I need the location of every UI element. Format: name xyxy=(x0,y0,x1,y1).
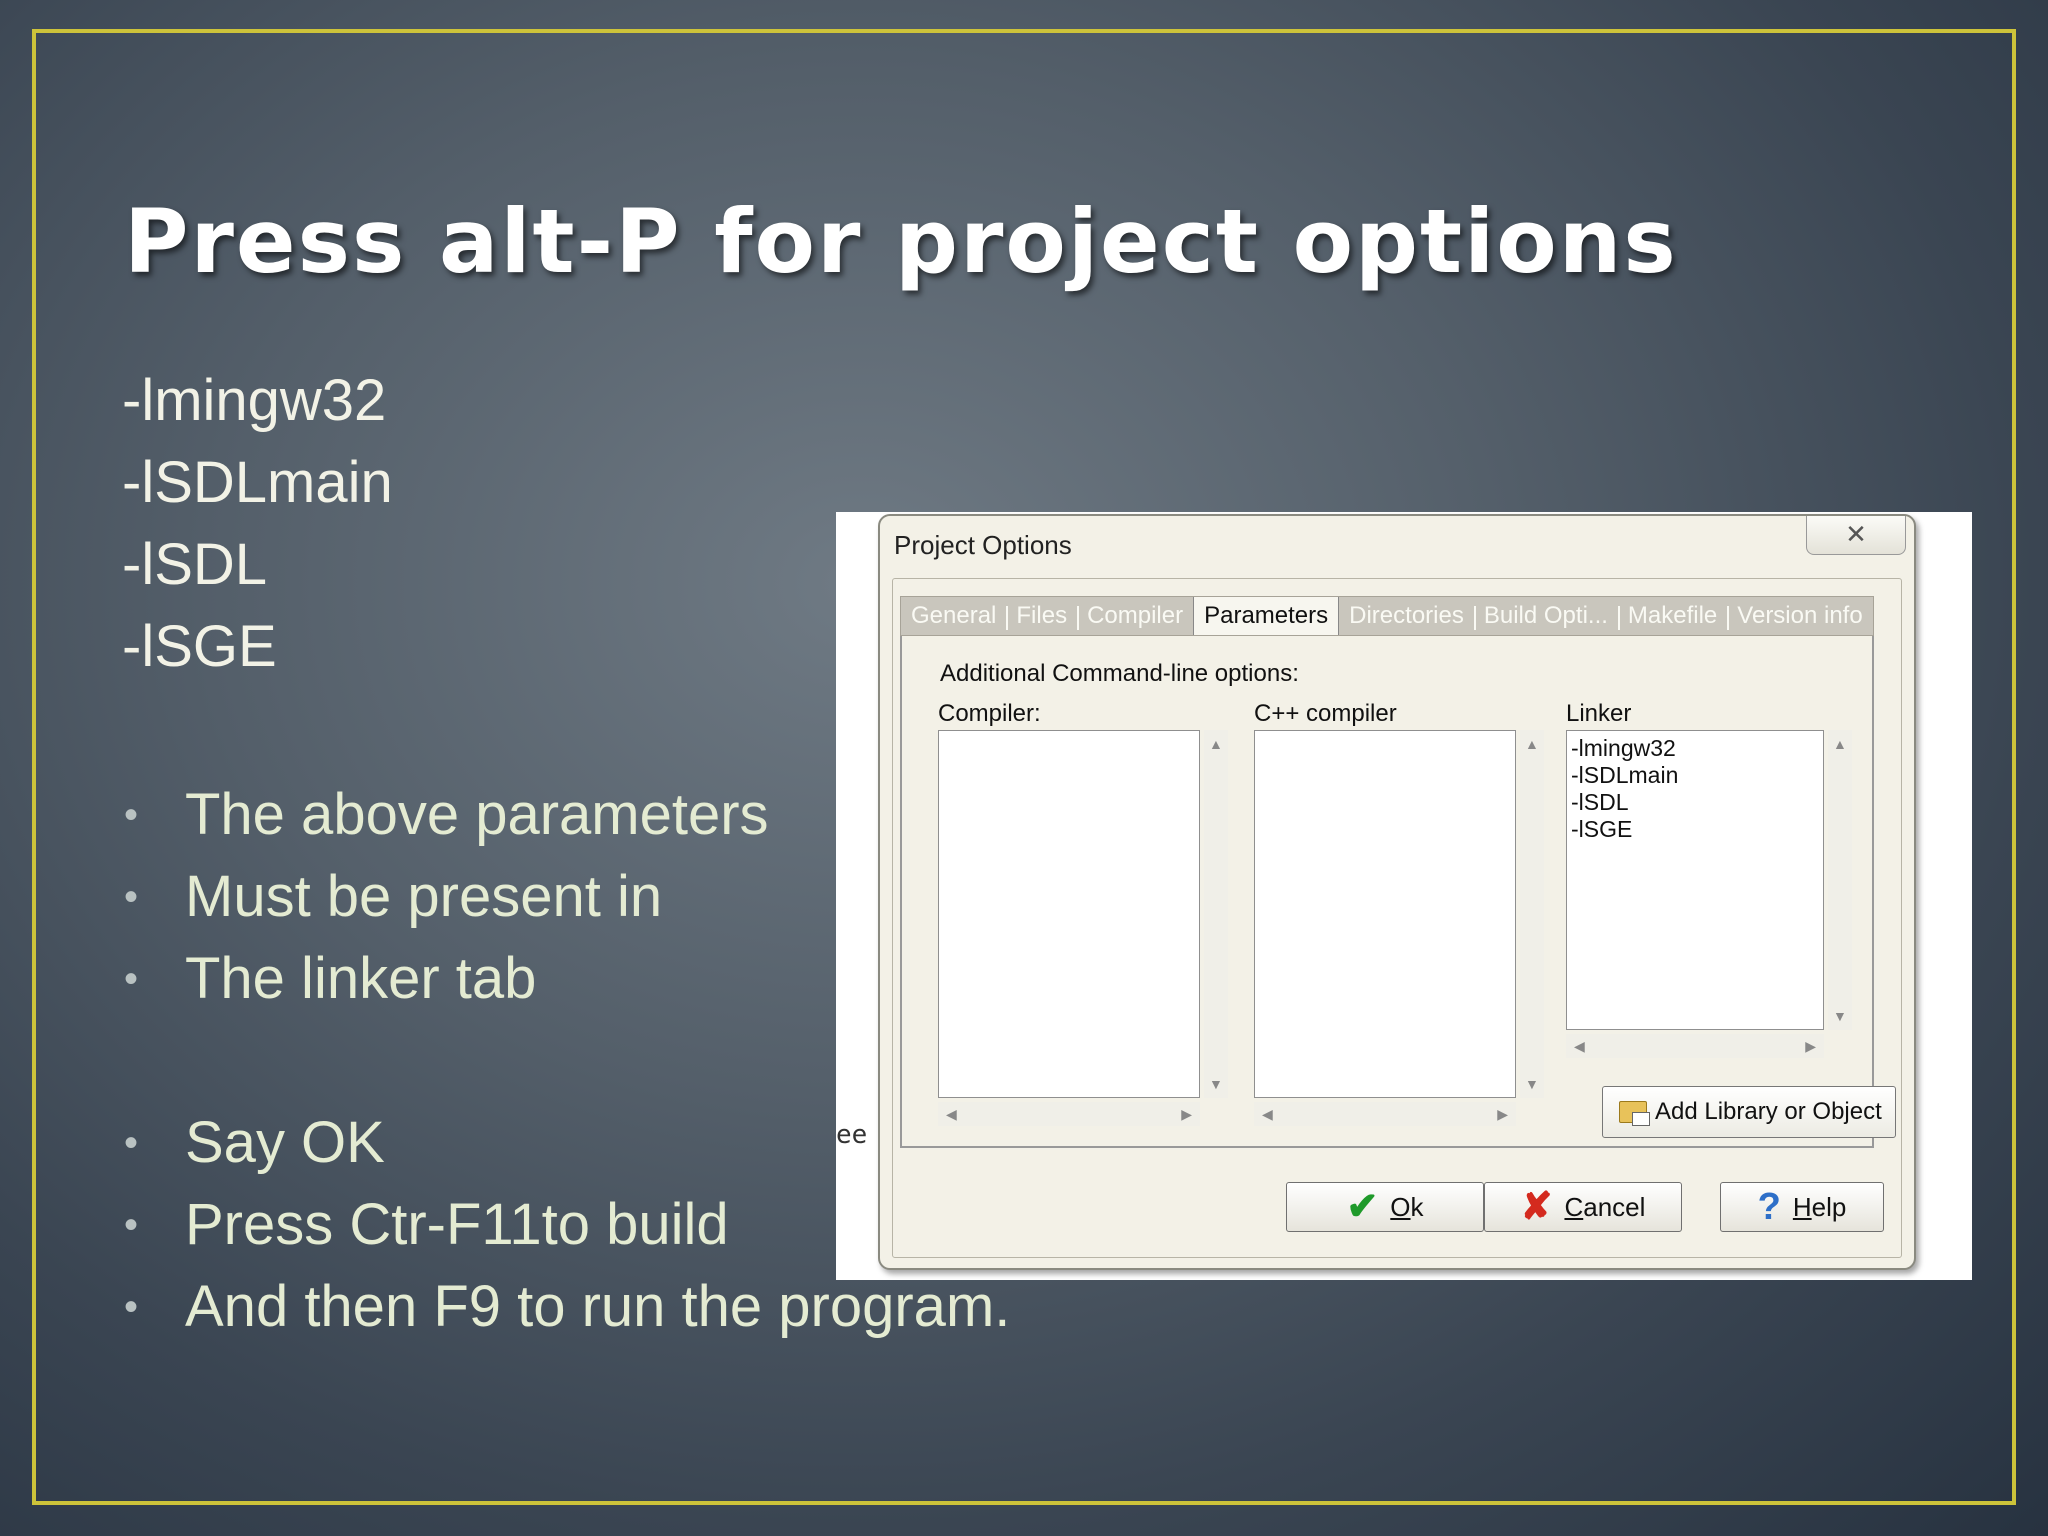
folder-icon xyxy=(1619,1101,1650,1126)
cpp-compiler-horizontal-scrollbar[interactable]: ◀ ▶ xyxy=(1254,1102,1516,1126)
help-button[interactable]: ? Help xyxy=(1720,1182,1884,1232)
linker-horizontal-scrollbar[interactable]: ◀ ▶ xyxy=(1566,1034,1824,1058)
bullet-item: • The linker tab xyxy=(122,938,769,1020)
close-button[interactable]: ✕ xyxy=(1806,516,1906,555)
parameter-item: -lSGE xyxy=(122,614,277,679)
help-question-icon: ? xyxy=(1757,1186,1781,1228)
cpp-compiler-vertical-scrollbar[interactable]: ▲ ▼ xyxy=(1520,730,1544,1098)
bullet-dot-icon: • xyxy=(124,1121,139,1165)
ok-button[interactable]: ✔ Ok xyxy=(1286,1182,1484,1232)
tab-version-info[interactable]: Version info xyxy=(1727,602,1872,630)
scroll-left-icon[interactable]: ◀ xyxy=(1574,1038,1585,1055)
scroll-down-icon[interactable]: ▼ xyxy=(1209,1076,1223,1092)
scroll-right-icon[interactable]: ▶ xyxy=(1805,1038,1816,1055)
additional-options-label: Additional Command-line options: xyxy=(940,660,1299,687)
linker-options-textarea[interactable]: -lmingw32 -lSDLmain -lSDL -lSGE xyxy=(1566,730,1824,1030)
project-options-dialog: Project Options ✕ General Files Compiler… xyxy=(878,514,1916,1270)
slide-title: Press alt-P for project options xyxy=(124,190,1678,293)
scroll-down-icon[interactable]: ▼ xyxy=(1833,1008,1847,1024)
scroll-up-icon[interactable]: ▲ xyxy=(1833,736,1847,752)
dialog-screenshot: ee Project Options ✕ General Files Compi… xyxy=(836,512,1972,1280)
tab-makefile[interactable]: Makefile xyxy=(1617,602,1727,630)
scroll-up-icon[interactable]: ▲ xyxy=(1525,736,1539,752)
bullet-dot-icon: • xyxy=(124,1285,139,1329)
bullet-item: • The above parameters xyxy=(122,774,769,856)
cancel-x-icon: ✘ xyxy=(1520,1186,1553,1228)
compiler-vertical-scrollbar[interactable]: ▲ ▼ xyxy=(1204,730,1228,1098)
tab-compiler[interactable]: Compiler xyxy=(1077,602,1193,630)
compiler-options-textarea[interactable] xyxy=(938,730,1200,1098)
close-icon: ✕ xyxy=(1845,519,1867,549)
scroll-left-icon[interactable]: ◀ xyxy=(946,1106,957,1123)
scroll-right-icon[interactable]: ▶ xyxy=(1181,1106,1192,1123)
cpp-compiler-label: C++ compiler xyxy=(1254,700,1397,727)
bullet-list-instructions: • The above parameters • Must be present i… xyxy=(122,774,769,1020)
tab-bar: General Files Compiler Parameters Direct… xyxy=(900,596,1874,636)
bullet-dot-icon: • xyxy=(124,875,139,919)
scroll-down-icon[interactable]: ▼ xyxy=(1525,1076,1539,1092)
compiler-label: Compiler: xyxy=(938,700,1041,727)
scroll-up-icon[interactable]: ▲ xyxy=(1209,736,1223,752)
bullet-dot-icon: • xyxy=(124,1203,139,1247)
add-library-button[interactable]: Add Library or Object xyxy=(1602,1086,1896,1138)
dialog-title: Project Options xyxy=(894,530,1072,560)
tab-parameters[interactable]: Parameters xyxy=(1193,597,1340,635)
tab-files[interactable]: Files xyxy=(1006,602,1077,630)
bullet-dot-icon: • xyxy=(124,957,139,1001)
scroll-left-icon[interactable]: ◀ xyxy=(1262,1106,1273,1123)
bullet-dot-icon: • xyxy=(124,793,139,837)
cancel-button[interactable]: ✘ Cancel xyxy=(1484,1182,1682,1232)
parameter-list: -lmingw32 -lSDLmain -lSDL -lSGE xyxy=(122,360,393,688)
cpp-compiler-options-textarea[interactable] xyxy=(1254,730,1516,1098)
parameter-item: -lmingw32 xyxy=(122,368,387,433)
scroll-right-icon[interactable]: ▶ xyxy=(1497,1106,1508,1123)
parameter-item: -lSDLmain xyxy=(122,450,393,515)
background-window-fragment: ee xyxy=(836,1120,868,1150)
tab-general[interactable]: General xyxy=(901,602,1006,630)
tab-directories[interactable]: Directories xyxy=(1339,602,1474,630)
linker-vertical-scrollbar[interactable]: ▲ ▼ xyxy=(1828,730,1852,1030)
parameter-item: -lSDL xyxy=(122,532,268,597)
compiler-horizontal-scrollbar[interactable]: ◀ ▶ xyxy=(938,1102,1200,1126)
checkmark-icon: ✔ xyxy=(1346,1186,1379,1228)
tab-build-options[interactable]: Build Opti... xyxy=(1473,602,1618,630)
bullet-item: • Must be present in xyxy=(122,856,769,938)
linker-label: Linker xyxy=(1566,700,1632,727)
